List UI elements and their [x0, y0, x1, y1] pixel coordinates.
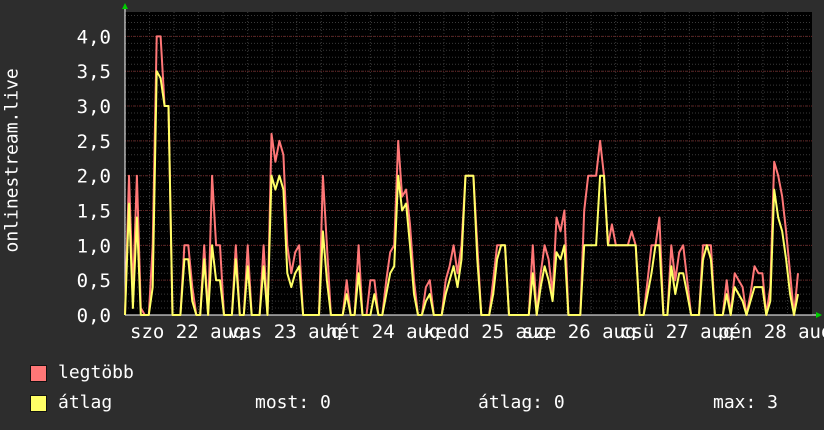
legend-label-avg: átlag	[58, 392, 113, 413]
stat-average: átlag: 0	[478, 392, 565, 413]
y-tick-label: 0,5	[77, 270, 111, 292]
chart: 0,00,51,01,52,02,53,03,54,0szo 22 augvas…	[77, 3, 824, 340]
y-tick-label: 1,5	[77, 201, 111, 223]
legend-swatch-max	[30, 365, 47, 382]
y-tick-label: 1,0	[77, 235, 111, 257]
x-tick-label: pén 28 aug	[718, 321, 824, 340]
y-tick-label: 4,0	[77, 26, 111, 48]
stat-current: most: 0	[255, 392, 331, 413]
stat-maximum: max: 3	[713, 392, 779, 413]
y-axis-arrow	[122, 3, 128, 9]
y-tick-label: 2,5	[77, 131, 111, 153]
y-tick-label: 0,0	[77, 305, 111, 327]
legend-label-max: legtöbb	[58, 362, 134, 383]
legend-swatch-avg	[30, 395, 47, 412]
x-axis-arrow	[816, 312, 822, 318]
y-tick-label: 3,0	[77, 96, 111, 118]
y-tick-label: 2,0	[77, 166, 111, 188]
y-axis-label: onlinestream.live	[1, 68, 23, 253]
y-tick-label: 3,5	[77, 61, 111, 83]
